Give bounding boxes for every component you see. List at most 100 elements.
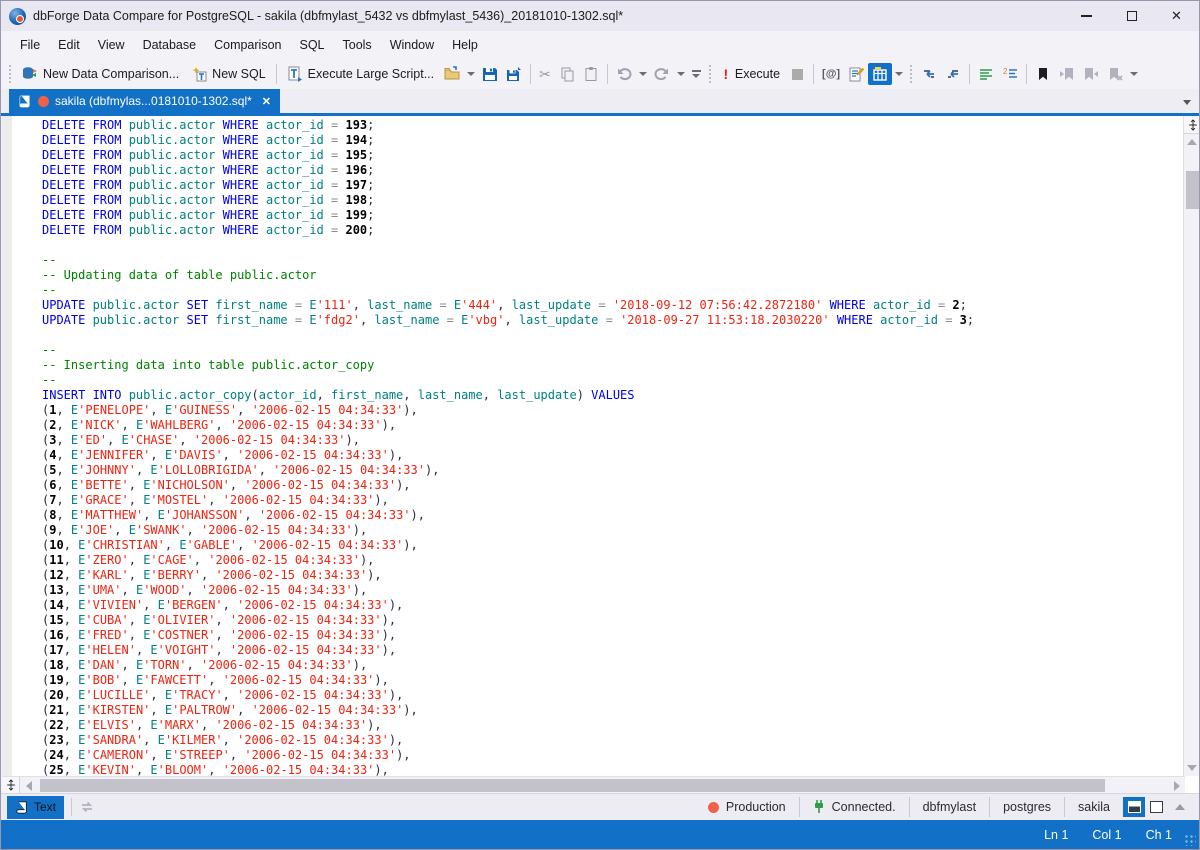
maximize-icon [1127,11,1137,21]
window-title: dbForge Data Compare for PostgreSQL - sa… [33,9,623,23]
toolbar-grip[interactable] [909,64,914,84]
execute-large-script-icon [287,66,303,82]
text-view-label: Text [34,800,56,814]
split-layout-button[interactable] [1123,797,1145,817]
execute-label: Execute [735,67,780,81]
toolbar-grip[interactable] [8,64,13,84]
code-line: (16, E'FRED', E'COSTNER', '2006-02-15 04… [42,628,1183,643]
execute-button[interactable]: ! Execute [716,63,786,85]
code-line: (15, E'CUBA', E'OLIVIER', '2006-02-15 04… [42,613,1183,628]
paste-button[interactable] [579,63,603,85]
format-selection-button[interactable]: 2 [998,63,1022,85]
menu-comparison[interactable]: Comparison [205,34,290,56]
vertical-scrollbar[interactable] [1183,116,1200,776]
sql-script-icon [18,94,32,108]
navigate-forward-button[interactable] [941,63,965,85]
menu-edit[interactable]: Edit [49,34,89,56]
stop-execution-icon[interactable] [792,69,803,80]
menu-help[interactable]: Help [443,34,487,56]
execute-to-text-button[interactable] [844,63,868,85]
menu-database[interactable]: Database [134,34,206,56]
collapse-panel-icon[interactable] [1175,804,1185,810]
user-indicator[interactable]: postgres [989,797,1064,817]
code-area[interactable]: DELETE FROM public.actor WHERE actor_id … [2,116,1183,776]
redo-button[interactable] [650,63,674,85]
redo-dropdown-icon[interactable] [677,72,685,76]
splitter-handle[interactable] [2,777,20,793]
database-label: sakila [1078,800,1110,814]
next-bookmark-button[interactable] [1079,63,1103,85]
toolbar-overflow-icon[interactable] [692,70,701,78]
scroll-up-icon[interactable] [1187,139,1197,145]
document-tab[interactable]: sakila (dbfmylas...0181010-1302.sql* ✕ [9,89,280,113]
scroll-right-icon[interactable] [1174,781,1180,791]
horizontal-scrollbar[interactable] [2,776,1185,793]
copy-button[interactable] [555,63,579,85]
menu-file[interactable]: File [11,34,49,56]
connection-status[interactable]: Connected. [799,797,909,817]
code-line: (14, E'VIVIEN', E'BERGEN', '2006-02-15 0… [42,598,1183,613]
code-line: DELETE FROM public.actor WHERE actor_id … [42,133,1183,148]
close-button[interactable]: ✕ [1154,1,1199,31]
server-indicator[interactable]: dbfmylast [909,797,990,817]
scroll-left-icon[interactable] [26,781,32,791]
horizontal-scroll-thumb[interactable] [40,779,1105,792]
toolbar-grip[interactable] [708,64,713,84]
code-line: -- Updating data of table public.actor [42,268,1183,283]
code-line [42,328,1183,343]
code-line: (18, E'DAN', E'TORN', '2006-02-15 04:34:… [42,658,1183,673]
code-line: (3, E'ED', E'CHASE', '2006-02-15 04:34:3… [42,433,1183,448]
undo-dropdown-icon[interactable] [639,72,647,76]
cut-button[interactable]: ✂ [535,63,555,85]
previous-bookmark-button[interactable] [1055,63,1079,85]
menu-tools[interactable]: Tools [334,34,381,56]
sql-editor[interactable]: DELETE FROM public.actor WHERE actor_id … [2,116,1200,793]
refresh-icon[interactable] [79,799,95,815]
next-bookmark-icon [1083,66,1099,82]
save-all-button[interactable] [502,63,526,85]
execute-mode-dropdown-icon[interactable] [895,72,903,76]
environment-indicator[interactable]: Production [695,797,799,817]
menu-sql[interactable]: SQL [290,34,333,56]
open-file-button[interactable] [440,63,464,85]
database-indicator[interactable]: sakila [1064,797,1123,817]
minimize-icon [1081,15,1092,17]
code-line: (7, E'GRACE', E'MOSTEL', '2006-02-15 04:… [42,493,1183,508]
single-layout-button[interactable] [1145,797,1167,817]
code-line: (24, E'CAMERON', E'STREEP', '2006-02-15 … [42,748,1183,763]
toolbar-separator [276,64,277,84]
resize-grip[interactable] [1184,834,1196,846]
undo-icon [616,66,632,82]
new-data-comparison-button[interactable]: New Data Comparison... [16,63,185,85]
text-view-button[interactable]: Text [7,796,64,819]
document-tab-strip: sakila (dbfmylas...0181010-1302.sql* ✕ [1,89,1199,116]
open-file-dropdown-icon[interactable] [467,72,475,76]
minimize-button[interactable] [1064,1,1109,31]
save-button[interactable] [478,63,502,85]
code-line: (23, E'SANDRA', E'KILMER', '2006-02-15 0… [42,733,1183,748]
code-line: (19, E'BOB', E'FAWCETT', '2006-02-15 04:… [42,673,1183,688]
menu-window[interactable]: Window [381,34,443,56]
splitter-handle[interactable] [1184,116,1200,134]
redo-icon [654,66,670,82]
code-line: -- Inserting data into table public.acto… [42,358,1183,373]
vertical-scroll-thumb[interactable] [1186,171,1199,209]
maximize-button[interactable] [1109,1,1154,31]
new-sql-button[interactable]: New SQL [185,63,272,85]
tab-list-dropdown-icon[interactable] [1183,100,1191,105]
edit-parameters-button[interactable]: [@] [818,65,844,83]
undo-button[interactable] [612,63,636,85]
code-line: (13, E'UMA', E'WOOD', '2006-02-15 04:34:… [42,583,1183,598]
tab-close-icon[interactable]: ✕ [262,95,271,108]
bookmarks-dropdown-icon[interactable] [1130,72,1138,76]
code-line: DELETE FROM public.actor WHERE actor_id … [42,208,1183,223]
scroll-down-icon[interactable] [1187,765,1197,771]
menu-view[interactable]: View [89,34,134,56]
format-document-button[interactable] [974,63,998,85]
execute-large-script-button[interactable]: Execute Large Script... [281,63,440,85]
parameters-icon: [@] [822,68,840,80]
clear-bookmarks-button[interactable] [1103,63,1127,85]
toggle-bookmark-button[interactable] [1031,63,1055,85]
execute-to-grid-button[interactable] [868,63,892,85]
navigate-back-button[interactable] [917,63,941,85]
